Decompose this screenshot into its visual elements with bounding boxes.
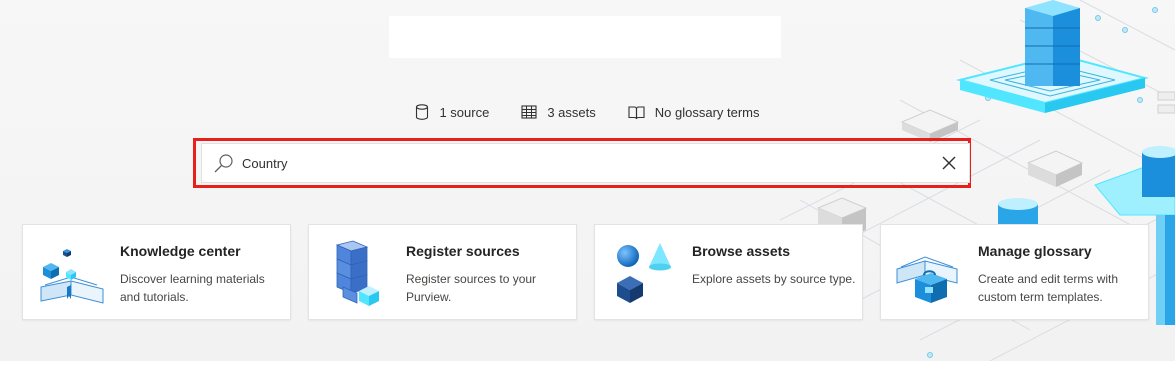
card-title: Register sources — [406, 243, 520, 259]
card-description: Create and edit terms with custom term t… — [978, 272, 1119, 304]
stat-sources[interactable]: 1 source — [415, 104, 489, 120]
search-input[interactable] — [240, 154, 939, 172]
card-description: Register sources to your Purview. — [406, 272, 537, 304]
card-knowledge-center[interactable]: Knowledge center Discover learning mater… — [22, 224, 291, 320]
stat-glossary-label: No glossary terms — [654, 104, 760, 120]
book-icon — [628, 105, 645, 119]
card-description: Explore assets by source type. — [692, 272, 856, 286]
card-description: Discover learning materials and tutorial… — [120, 272, 265, 304]
table-icon — [521, 105, 537, 119]
catalog-stats: 1 source 3 assets No glossary terms — [0, 104, 1175, 120]
bottom-strip — [0, 361, 1175, 372]
card-title: Manage glossary — [978, 243, 1092, 259]
card-browse-assets[interactable]: Browse assets Explore assets by source t… — [594, 224, 863, 320]
open-book-icon — [40, 249, 104, 304]
brick-wall-icon — [335, 240, 379, 306]
shapes-icon — [617, 243, 671, 303]
close-icon[interactable] — [939, 153, 959, 173]
card-title: Knowledge center — [120, 243, 241, 259]
card-register-sources[interactable]: Register sources Register sources to you… — [308, 224, 577, 320]
card-title: Browse assets — [692, 243, 791, 259]
stat-assets-label: 3 assets — [547, 104, 596, 120]
card-manage-glossary[interactable]: Manage glossary Create and edit terms wi… — [880, 224, 1149, 320]
search-box[interactable] — [201, 143, 970, 183]
database-icon — [416, 104, 429, 120]
stat-sources-label: 1 source — [439, 104, 490, 120]
stat-glossary[interactable]: No glossary terms — [628, 104, 760, 120]
page-title-area — [389, 16, 781, 58]
search-icon — [212, 152, 234, 174]
glossary-book-icon — [896, 256, 958, 303]
stat-assets[interactable]: 3 assets — [521, 104, 596, 120]
